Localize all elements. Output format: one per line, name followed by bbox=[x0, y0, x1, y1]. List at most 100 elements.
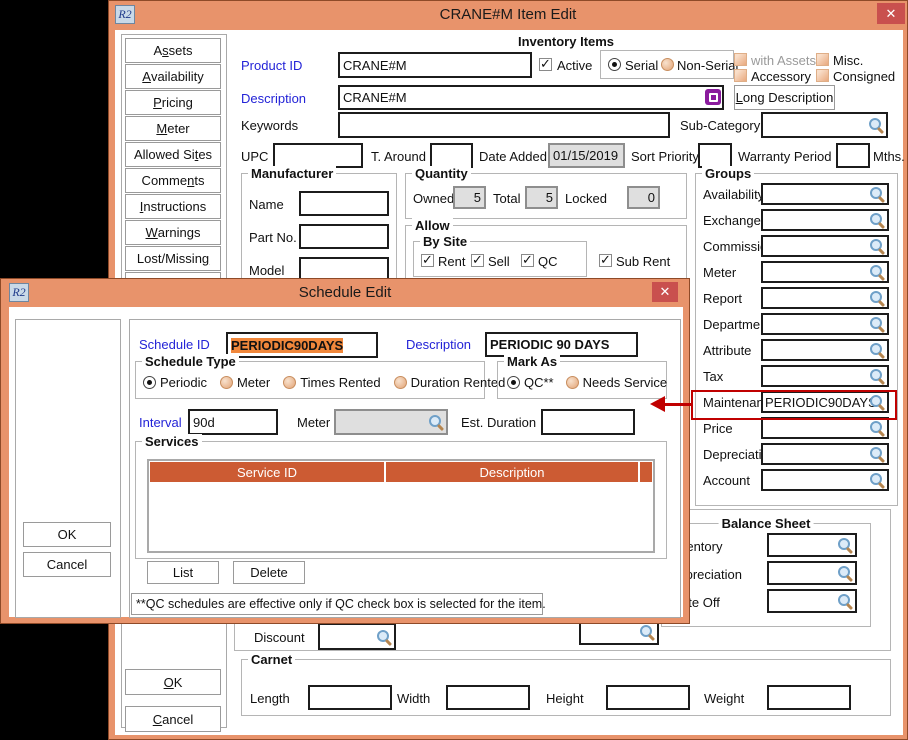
description-field[interactable]: CRANE#M bbox=[338, 85, 724, 110]
groups-row-field[interactable]: PERIODIC90DAYS bbox=[761, 391, 889, 413]
groups-row-field[interactable] bbox=[761, 313, 889, 335]
interval-field[interactable]: 90d bbox=[188, 409, 278, 435]
search-icon[interactable] bbox=[869, 186, 885, 202]
search-icon[interactable] bbox=[868, 117, 884, 133]
schedule-edit-titlebar[interactable]: R2 Schedule Edit ✕ bbox=[1, 279, 689, 307]
sidebar-item[interactable]: Availability bbox=[125, 64, 221, 89]
close-icon[interactable]: ✕ bbox=[877, 3, 905, 24]
groups-row-field[interactable] bbox=[761, 417, 889, 439]
delete-button[interactable]: Delete bbox=[233, 561, 305, 584]
description-column-header[interactable]: Description bbox=[386, 462, 638, 482]
search-icon[interactable] bbox=[869, 394, 885, 410]
search-icon[interactable] bbox=[869, 342, 885, 358]
by-site-legend: By Site bbox=[420, 234, 470, 249]
search-icon[interactable] bbox=[869, 316, 885, 332]
search-icon[interactable] bbox=[428, 414, 444, 430]
close-icon[interactable]: ✕ bbox=[652, 282, 678, 302]
groups-row-field[interactable] bbox=[761, 365, 889, 387]
sidebar-item[interactable]: Pricing bbox=[125, 90, 221, 115]
groups-row-field[interactable] bbox=[761, 235, 889, 257]
height-field[interactable] bbox=[606, 685, 690, 710]
groups-row-field[interactable] bbox=[761, 261, 889, 283]
sort-priority-field[interactable] bbox=[698, 143, 732, 168]
search-icon[interactable] bbox=[837, 537, 853, 553]
groups-row-field[interactable] bbox=[761, 287, 889, 309]
search-icon[interactable] bbox=[869, 446, 885, 462]
cancel-button[interactable]: Cancel bbox=[125, 706, 221, 732]
search-icon[interactable] bbox=[869, 368, 885, 384]
qc-checkbox[interactable] bbox=[521, 254, 534, 267]
search-icon[interactable] bbox=[869, 238, 885, 254]
groups-row-field[interactable] bbox=[761, 443, 889, 465]
search-icon[interactable] bbox=[837, 593, 853, 609]
ok-button[interactable]: OK bbox=[23, 522, 111, 547]
sidebar-item[interactable]: Lost/Missing bbox=[125, 246, 221, 271]
sub-category-label: Sub-Category bbox=[680, 118, 760, 133]
service-id-column-header[interactable]: Service ID bbox=[150, 462, 384, 482]
with-assets-checkbox[interactable] bbox=[734, 53, 747, 66]
active-checkbox[interactable] bbox=[539, 58, 552, 71]
mfr-partno-field[interactable] bbox=[299, 224, 389, 249]
item-edit-titlebar[interactable]: R2 CRANE#M Item Edit ✕ bbox=[109, 1, 907, 29]
search-icon[interactable] bbox=[837, 565, 853, 581]
width-field[interactable] bbox=[446, 685, 530, 710]
radio-icon bbox=[143, 376, 156, 389]
search-icon[interactable] bbox=[869, 212, 885, 228]
sidebar-item[interactable]: Meter bbox=[125, 116, 221, 141]
sell-checkbox[interactable] bbox=[471, 254, 484, 267]
sidebar-item[interactable]: Instructions bbox=[125, 194, 221, 219]
sub-rent-checkbox[interactable] bbox=[599, 254, 612, 267]
sidebar-item[interactable]: Comments bbox=[125, 168, 221, 193]
balance-sheet-row-field[interactable] bbox=[767, 533, 857, 557]
radio-icon bbox=[283, 376, 296, 389]
groups-row-field[interactable] bbox=[761, 209, 889, 231]
search-icon[interactable] bbox=[869, 290, 885, 306]
length-field[interactable] bbox=[308, 685, 392, 710]
search-icon[interactable] bbox=[869, 264, 885, 280]
est-duration-field[interactable] bbox=[541, 409, 635, 435]
long-description-icon[interactable] bbox=[705, 89, 721, 105]
balance-sheet-row-field[interactable] bbox=[767, 589, 857, 613]
warranty-period-field[interactable] bbox=[836, 143, 870, 168]
groups-row-field[interactable] bbox=[761, 183, 889, 205]
non-serial-radio[interactable] bbox=[661, 58, 674, 71]
groups-row-field[interactable] bbox=[761, 339, 889, 361]
balance-sheet-row-field[interactable] bbox=[767, 561, 857, 585]
schedule-description-label: Description bbox=[406, 337, 471, 352]
discount-field[interactable] bbox=[318, 623, 396, 650]
mfr-name-field[interactable] bbox=[299, 191, 389, 216]
cancel-button[interactable]: Cancel bbox=[23, 552, 111, 577]
meter-radio[interactable]: Meter bbox=[220, 375, 270, 390]
misc-checkbox[interactable] bbox=[816, 53, 829, 66]
search-icon[interactable] bbox=[869, 420, 885, 436]
groups-row-field[interactable] bbox=[761, 469, 889, 491]
search-icon[interactable] bbox=[376, 629, 392, 645]
sidebar-item[interactable]: Assets bbox=[125, 38, 221, 63]
serial-radio[interactable] bbox=[608, 58, 621, 71]
services-table[interactable]: Service ID Description bbox=[147, 459, 655, 553]
needs-service-radio[interactable]: Needs Service bbox=[566, 375, 668, 390]
qc-radio[interactable]: QC** bbox=[507, 375, 554, 390]
times-rented-radio[interactable]: Times Rented bbox=[283, 375, 380, 390]
duration-rented-radio[interactable]: Duration Rented bbox=[394, 375, 506, 390]
sidebar-item[interactable]: Warnings bbox=[125, 220, 221, 245]
product-id-field[interactable]: CRANE#M bbox=[338, 52, 532, 78]
sub-category-field[interactable] bbox=[761, 112, 888, 138]
sidebar-item[interactable]: Allowed Sites bbox=[125, 142, 221, 167]
weight-field[interactable] bbox=[767, 685, 851, 710]
keywords-field[interactable] bbox=[338, 112, 670, 138]
ok-button[interactable]: OK bbox=[125, 669, 221, 695]
accessory-checkbox[interactable] bbox=[734, 69, 747, 82]
periodic-radio[interactable]: Periodic bbox=[143, 375, 207, 390]
long-description-button[interactable]: Long Description bbox=[734, 85, 835, 110]
mfr-model-label: Model bbox=[249, 263, 284, 278]
consigned-checkbox[interactable] bbox=[816, 69, 829, 82]
search-icon[interactable] bbox=[869, 472, 885, 488]
search-icon[interactable] bbox=[639, 624, 655, 640]
t-around-field[interactable] bbox=[430, 143, 473, 168]
services-legend: Services bbox=[142, 434, 202, 449]
upc-field[interactable] bbox=[273, 143, 363, 168]
list-button[interactable]: List bbox=[147, 561, 219, 584]
rent-checkbox[interactable] bbox=[421, 254, 434, 267]
schedule-id-field[interactable]: PERIODIC90DAYS bbox=[226, 332, 378, 358]
